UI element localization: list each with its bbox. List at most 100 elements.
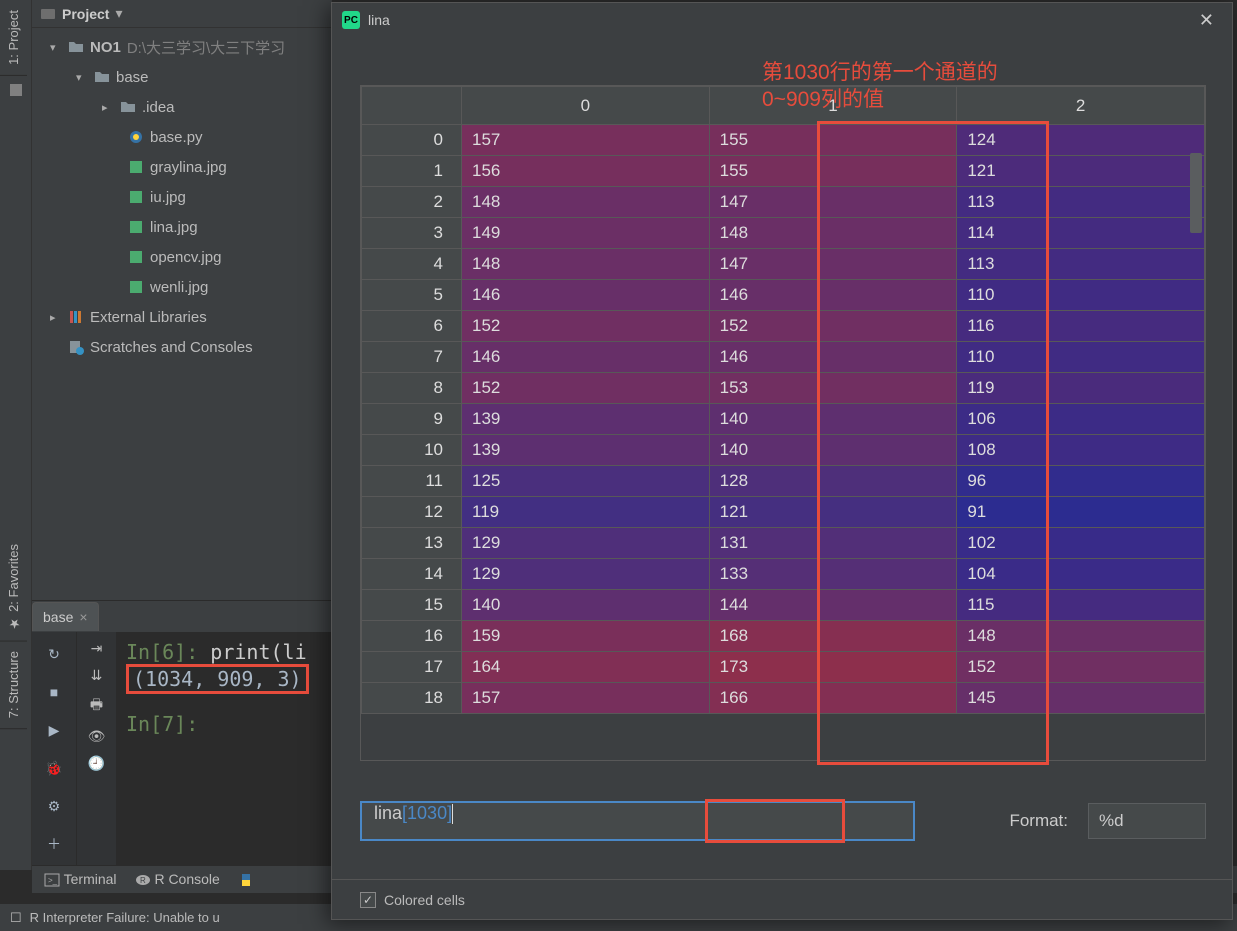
table-cell[interactable]: 102 bbox=[957, 528, 1205, 559]
row-header[interactable]: 3 bbox=[362, 218, 462, 249]
table-cell[interactable]: 106 bbox=[957, 404, 1205, 435]
tree-root[interactable]: ▾ NO1 D:\大三学习\大三下学习 bbox=[32, 32, 332, 62]
table-row[interactable]: 17164173152 bbox=[362, 652, 1205, 683]
expander-closed-icon[interactable]: ▸ bbox=[50, 311, 62, 324]
table-cell[interactable]: 140 bbox=[709, 404, 957, 435]
table-cell[interactable]: 146 bbox=[709, 342, 957, 373]
table-cell[interactable]: 91 bbox=[957, 497, 1205, 528]
debug-button[interactable]: 🐞 bbox=[40, 754, 68, 782]
table-cell[interactable]: 113 bbox=[957, 249, 1205, 280]
row-header[interactable]: 14 bbox=[362, 559, 462, 590]
table-cell[interactable]: 168 bbox=[709, 621, 957, 652]
stop-button[interactable]: ■ bbox=[40, 678, 68, 706]
row-header[interactable]: 7 bbox=[362, 342, 462, 373]
table-cell[interactable]: 139 bbox=[462, 435, 710, 466]
table-row[interactable]: 8152153119 bbox=[362, 373, 1205, 404]
table-row[interactable]: 6152152116 bbox=[362, 311, 1205, 342]
row-header[interactable]: 0 bbox=[362, 125, 462, 156]
table-cell[interactable]: 146 bbox=[462, 342, 710, 373]
expression-input[interactable]: lina[1030] bbox=[360, 801, 915, 841]
table-cell[interactable]: 152 bbox=[462, 311, 710, 342]
dialog-close-button[interactable]: ✕ bbox=[1191, 6, 1222, 35]
table-cell[interactable]: 140 bbox=[709, 435, 957, 466]
table-cell[interactable]: 144 bbox=[709, 590, 957, 621]
scrollbar-thumb[interactable] bbox=[1190, 153, 1202, 233]
table-row[interactable]: 1112512896 bbox=[362, 466, 1205, 497]
row-header[interactable]: 11 bbox=[362, 466, 462, 497]
row-header[interactable]: 18 bbox=[362, 683, 462, 714]
close-icon[interactable]: × bbox=[79, 609, 87, 625]
table-row[interactable]: 5146146110 bbox=[362, 280, 1205, 311]
rerun-button[interactable]: ↻ bbox=[40, 640, 68, 668]
table-cell[interactable]: 133 bbox=[709, 559, 957, 590]
table-row[interactable]: 3149148114 bbox=[362, 218, 1205, 249]
table-cell[interactable]: 147 bbox=[709, 249, 957, 280]
tree-folder-base[interactable]: ▾ base bbox=[32, 62, 332, 92]
table-cell[interactable]: 146 bbox=[709, 280, 957, 311]
expander-open-icon[interactable]: ▾ bbox=[50, 41, 62, 54]
tab-favorites[interactable]: ★ 2: Favorites bbox=[0, 534, 27, 642]
tree-file[interactable]: base.py bbox=[32, 122, 332, 152]
table-cell[interactable]: 166 bbox=[709, 683, 957, 714]
table-cell[interactable]: 129 bbox=[462, 559, 710, 590]
table-cell[interactable]: 121 bbox=[957, 156, 1205, 187]
colored-cells-checkbox[interactable]: ✓ bbox=[360, 892, 376, 908]
settings-button[interactable]: ⚙ bbox=[40, 792, 68, 820]
table-cell[interactable]: 115 bbox=[957, 590, 1205, 621]
add-button[interactable]: ＋ bbox=[40, 830, 68, 858]
row-header[interactable]: 12 bbox=[362, 497, 462, 528]
tab-structure[interactable]: 7: Structure bbox=[0, 641, 27, 729]
terminal-tab[interactable]: >_ Terminal bbox=[44, 871, 117, 888]
tree-external-libs[interactable]: ▸ External Libraries bbox=[32, 302, 332, 332]
row-header[interactable]: 16 bbox=[362, 621, 462, 652]
table-cell[interactable]: 114 bbox=[957, 218, 1205, 249]
table-row[interactable]: 2148147113 bbox=[362, 187, 1205, 218]
format-input[interactable] bbox=[1088, 803, 1206, 839]
table-cell[interactable]: 119 bbox=[957, 373, 1205, 404]
project-tree[interactable]: ▾ NO1 D:\大三学习\大三下学习 ▾ base ▸ .idea base.… bbox=[32, 28, 332, 366]
table-cell[interactable]: 140 bbox=[462, 590, 710, 621]
table-cell[interactable]: 129 bbox=[462, 528, 710, 559]
tree-scratches[interactable]: ▸ Scratches and Consoles bbox=[32, 332, 332, 362]
table-cell[interactable]: 157 bbox=[462, 683, 710, 714]
python-tab[interactable] bbox=[238, 871, 254, 888]
table-cell[interactable]: 145 bbox=[957, 683, 1205, 714]
table-row[interactable]: 16159168148 bbox=[362, 621, 1205, 652]
table-cell[interactable]: 104 bbox=[957, 559, 1205, 590]
table-row[interactable]: 1211912191 bbox=[362, 497, 1205, 528]
tree-file[interactable]: graylina.jpg bbox=[32, 152, 332, 182]
table-cell[interactable]: 110 bbox=[957, 280, 1205, 311]
table-cell[interactable]: 156 bbox=[462, 156, 710, 187]
row-header[interactable]: 2 bbox=[362, 187, 462, 218]
table-row[interactable]: 0157155124 bbox=[362, 125, 1205, 156]
table-cell[interactable]: 157 bbox=[462, 125, 710, 156]
table-cell[interactable]: 155 bbox=[709, 125, 957, 156]
row-header[interactable]: 15 bbox=[362, 590, 462, 621]
row-header[interactable]: 1 bbox=[362, 156, 462, 187]
table-cell[interactable]: 110 bbox=[957, 342, 1205, 373]
history-button[interactable]: 🕘 bbox=[88, 755, 105, 772]
table-row[interactable]: 1156155121 bbox=[362, 156, 1205, 187]
expander-open-icon[interactable]: ▾ bbox=[76, 71, 88, 84]
table-cell[interactable]: 121 bbox=[709, 497, 957, 528]
dialog-titlebar[interactable]: PC lina ✕ bbox=[332, 3, 1232, 37]
table-row[interactable]: 13129131102 bbox=[362, 528, 1205, 559]
table-cell[interactable]: 152 bbox=[709, 311, 957, 342]
tree-folder-idea[interactable]: ▸ .idea bbox=[32, 92, 332, 122]
row-header[interactable]: 13 bbox=[362, 528, 462, 559]
table-cell[interactable]: 152 bbox=[957, 652, 1205, 683]
row-header[interactable]: 6 bbox=[362, 311, 462, 342]
table-cell[interactable]: 108 bbox=[957, 435, 1205, 466]
table-cell[interactable]: 113 bbox=[957, 187, 1205, 218]
scroll-button[interactable]: ⇊ bbox=[91, 667, 103, 684]
rconsole-tab[interactable]: R R Console bbox=[135, 871, 220, 888]
chevron-down-icon[interactable]: ▾ bbox=[115, 5, 122, 22]
row-header[interactable]: 10 bbox=[362, 435, 462, 466]
table-cell[interactable]: 155 bbox=[709, 156, 957, 187]
table-cell[interactable]: 128 bbox=[709, 466, 957, 497]
tree-file[interactable]: opencv.jpg bbox=[32, 242, 332, 272]
console-output[interactable]: In[6]: print(li (1034, 909, 3) In[7]: bbox=[116, 632, 332, 870]
wrap-button[interactable]: ⇥ bbox=[91, 640, 103, 657]
table-cell[interactable]: 148 bbox=[957, 621, 1205, 652]
print-button[interactable]: 🖶 bbox=[90, 694, 103, 718]
